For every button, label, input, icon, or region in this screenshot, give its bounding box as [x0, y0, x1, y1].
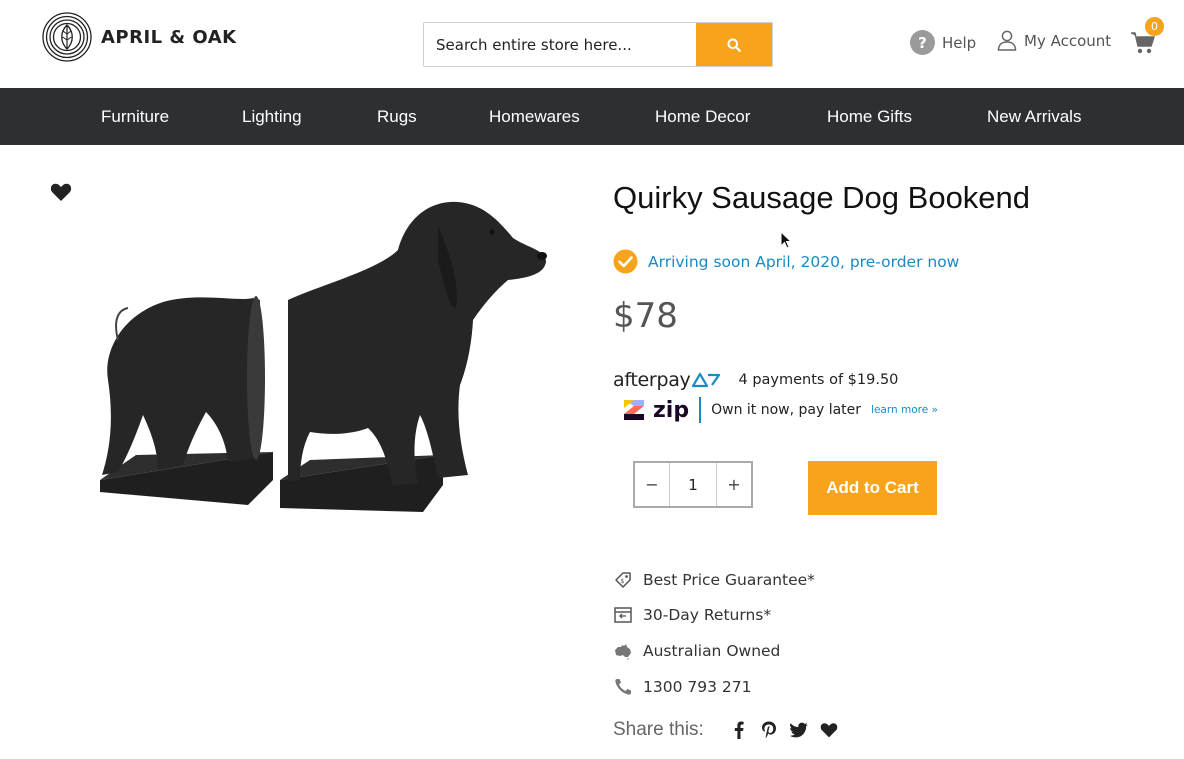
zip-wordmark: zip — [653, 397, 690, 423]
nav-item-home-gifts[interactable]: Home Gifts — [827, 88, 912, 145]
product-price: $78 — [613, 296, 678, 336]
brand-logo[interactable]: APRIL & OAK — [42, 12, 237, 62]
nav-item-furniture[interactable]: Furniture — [101, 88, 169, 145]
quantity-increase-button[interactable]: + — [717, 463, 751, 506]
check-badge-icon — [613, 249, 638, 274]
nav-item-rugs[interactable]: Rugs — [377, 88, 417, 145]
help-label: Help — [942, 33, 977, 52]
afterpay-logo: afterpay — [613, 369, 721, 391]
feature-returns: 30-Day Returns* — [613, 605, 771, 625]
phone-icon — [615, 679, 631, 695]
feature-label: Best Price Guarantee* — [643, 571, 815, 589]
search-bar — [423, 22, 773, 67]
feature-australian-owned: Australian Owned — [613, 641, 780, 661]
returns-box-icon — [614, 607, 632, 623]
availability-text[interactable]: Arriving soon April, 2020, pre-order now — [648, 253, 959, 271]
zip-z-icon — [624, 400, 644, 420]
feature-label: Australian Owned — [643, 642, 781, 660]
afterpay-installments: 4 payments of $19.50 — [738, 372, 899, 388]
zip-logo: zip — [622, 398, 689, 423]
add-to-cart-button[interactable]: Add to Cart — [808, 461, 937, 515]
feature-best-price: $ Best Price Guarantee* — [613, 570, 815, 590]
australia-map-icon — [615, 644, 631, 660]
price-tag-icon: $ — [615, 572, 631, 588]
my-account-link[interactable]: My Account — [997, 30, 1111, 51]
feature-phone[interactable]: 1300 793 271 — [613, 677, 751, 697]
quantity-decrease-button[interactable]: − — [635, 463, 669, 506]
share-bar: Share this: — [613, 719, 838, 741]
search-icon — [727, 38, 741, 52]
cart-count-badge: 0 — [1145, 17, 1164, 36]
nav-item-lighting[interactable]: Lighting — [242, 88, 302, 145]
availability-status: Arriving soon April, 2020, pre-order now — [613, 249, 959, 274]
leaf-logo-icon — [42, 12, 92, 62]
facebook-icon[interactable] — [730, 721, 748, 739]
quantity-input[interactable] — [669, 463, 717, 506]
nav-item-homewares[interactable]: Homewares — [489, 88, 580, 145]
zip-tagline: Own it now, pay later — [711, 402, 862, 418]
pinterest-icon[interactable] — [760, 721, 778, 739]
search-input[interactable] — [424, 23, 696, 66]
mouse-cursor-icon — [780, 231, 792, 249]
zip-divider — [699, 397, 702, 423]
share-label: Share this: — [613, 719, 704, 740]
zip-info: zip Own it now, pay later learn more » — [622, 396, 938, 424]
brand-name: APRIL & OAK — [101, 26, 237, 48]
my-account-label: My Account — [1024, 31, 1112, 50]
afterpay-wordmark: afterpay — [613, 369, 691, 391]
main-navigation: Furniture Lighting Rugs Homewares Home D… — [0, 88, 1184, 145]
help-icon: ? — [910, 30, 935, 55]
feature-label: 30-Day Returns* — [643, 606, 772, 624]
search-button[interactable] — [696, 23, 772, 66]
nav-item-home-decor[interactable]: Home Decor — [655, 88, 750, 145]
phone-number: 1300 793 271 — [643, 678, 752, 696]
twitter-icon[interactable] — [789, 721, 808, 739]
zip-learn-more-link[interactable]: learn more » — [871, 404, 938, 416]
product-image-sausage-dog-bookend — [100, 201, 547, 512]
site-header: APRIL & OAK ? Help My Account 0 — [0, 0, 1184, 88]
user-icon — [997, 30, 1017, 51]
nav-item-new-arrivals[interactable]: New Arrivals — [987, 88, 1081, 145]
svg-text:$: $ — [621, 578, 625, 585]
afterpay-info: afterpay 4 payments of $19.50 — [613, 369, 898, 391]
quantity-stepper: − + — [633, 461, 753, 508]
afterpay-arrows-icon — [691, 372, 720, 388]
product-title: Quirky Sausage Dog Bookend — [613, 180, 1031, 215]
wishlist-share-heart-icon[interactable] — [820, 721, 838, 739]
wishlist-heart-icon[interactable] — [50, 182, 72, 202]
help-link[interactable]: ? Help — [910, 30, 976, 55]
